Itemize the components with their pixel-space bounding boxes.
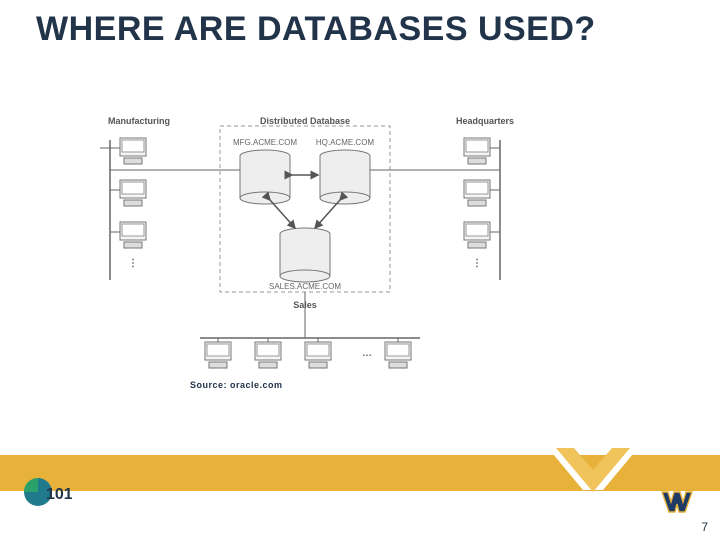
svg-text:⋮: ⋮ xyxy=(472,258,482,269)
label-distributed-db: Distributed Database xyxy=(240,116,370,126)
slide: WHERE ARE DATABASES USED? xyxy=(0,0,720,540)
db-left xyxy=(240,150,290,204)
label-manufacturing: Manufacturing xyxy=(108,116,168,126)
db-bottom xyxy=(280,228,330,282)
logo-101-icon: 101 xyxy=(24,474,72,510)
diagram: ⋮ ⋮ … xyxy=(90,120,520,370)
computer-group-right: ⋮ xyxy=(464,138,500,269)
svg-text:101: 101 xyxy=(46,486,72,503)
caption-db-left: MFG.ACME.COM xyxy=(228,138,302,147)
wvu-logo-icon xyxy=(660,488,696,516)
db-right xyxy=(320,150,370,204)
diagram-svg: ⋮ ⋮ … xyxy=(90,120,520,370)
gold-bar xyxy=(0,455,720,491)
page-number: 7 xyxy=(701,520,708,534)
slide-title: WHERE ARE DATABASES USED? xyxy=(36,10,596,49)
computer-group-bottom: … xyxy=(205,338,411,368)
source-text: Source: oracle.com xyxy=(190,380,283,390)
svg-text:⋮: ⋮ xyxy=(128,258,138,269)
caption-db-right: HQ.ACME.COM xyxy=(310,138,380,147)
caption-db-bottom: SALES.ACME.COM xyxy=(258,282,352,291)
svg-text:…: … xyxy=(362,348,372,359)
computer-group-left: ⋮ xyxy=(100,138,146,269)
label-headquarters: Headquarters xyxy=(450,116,520,126)
label-sales: Sales xyxy=(285,300,325,310)
